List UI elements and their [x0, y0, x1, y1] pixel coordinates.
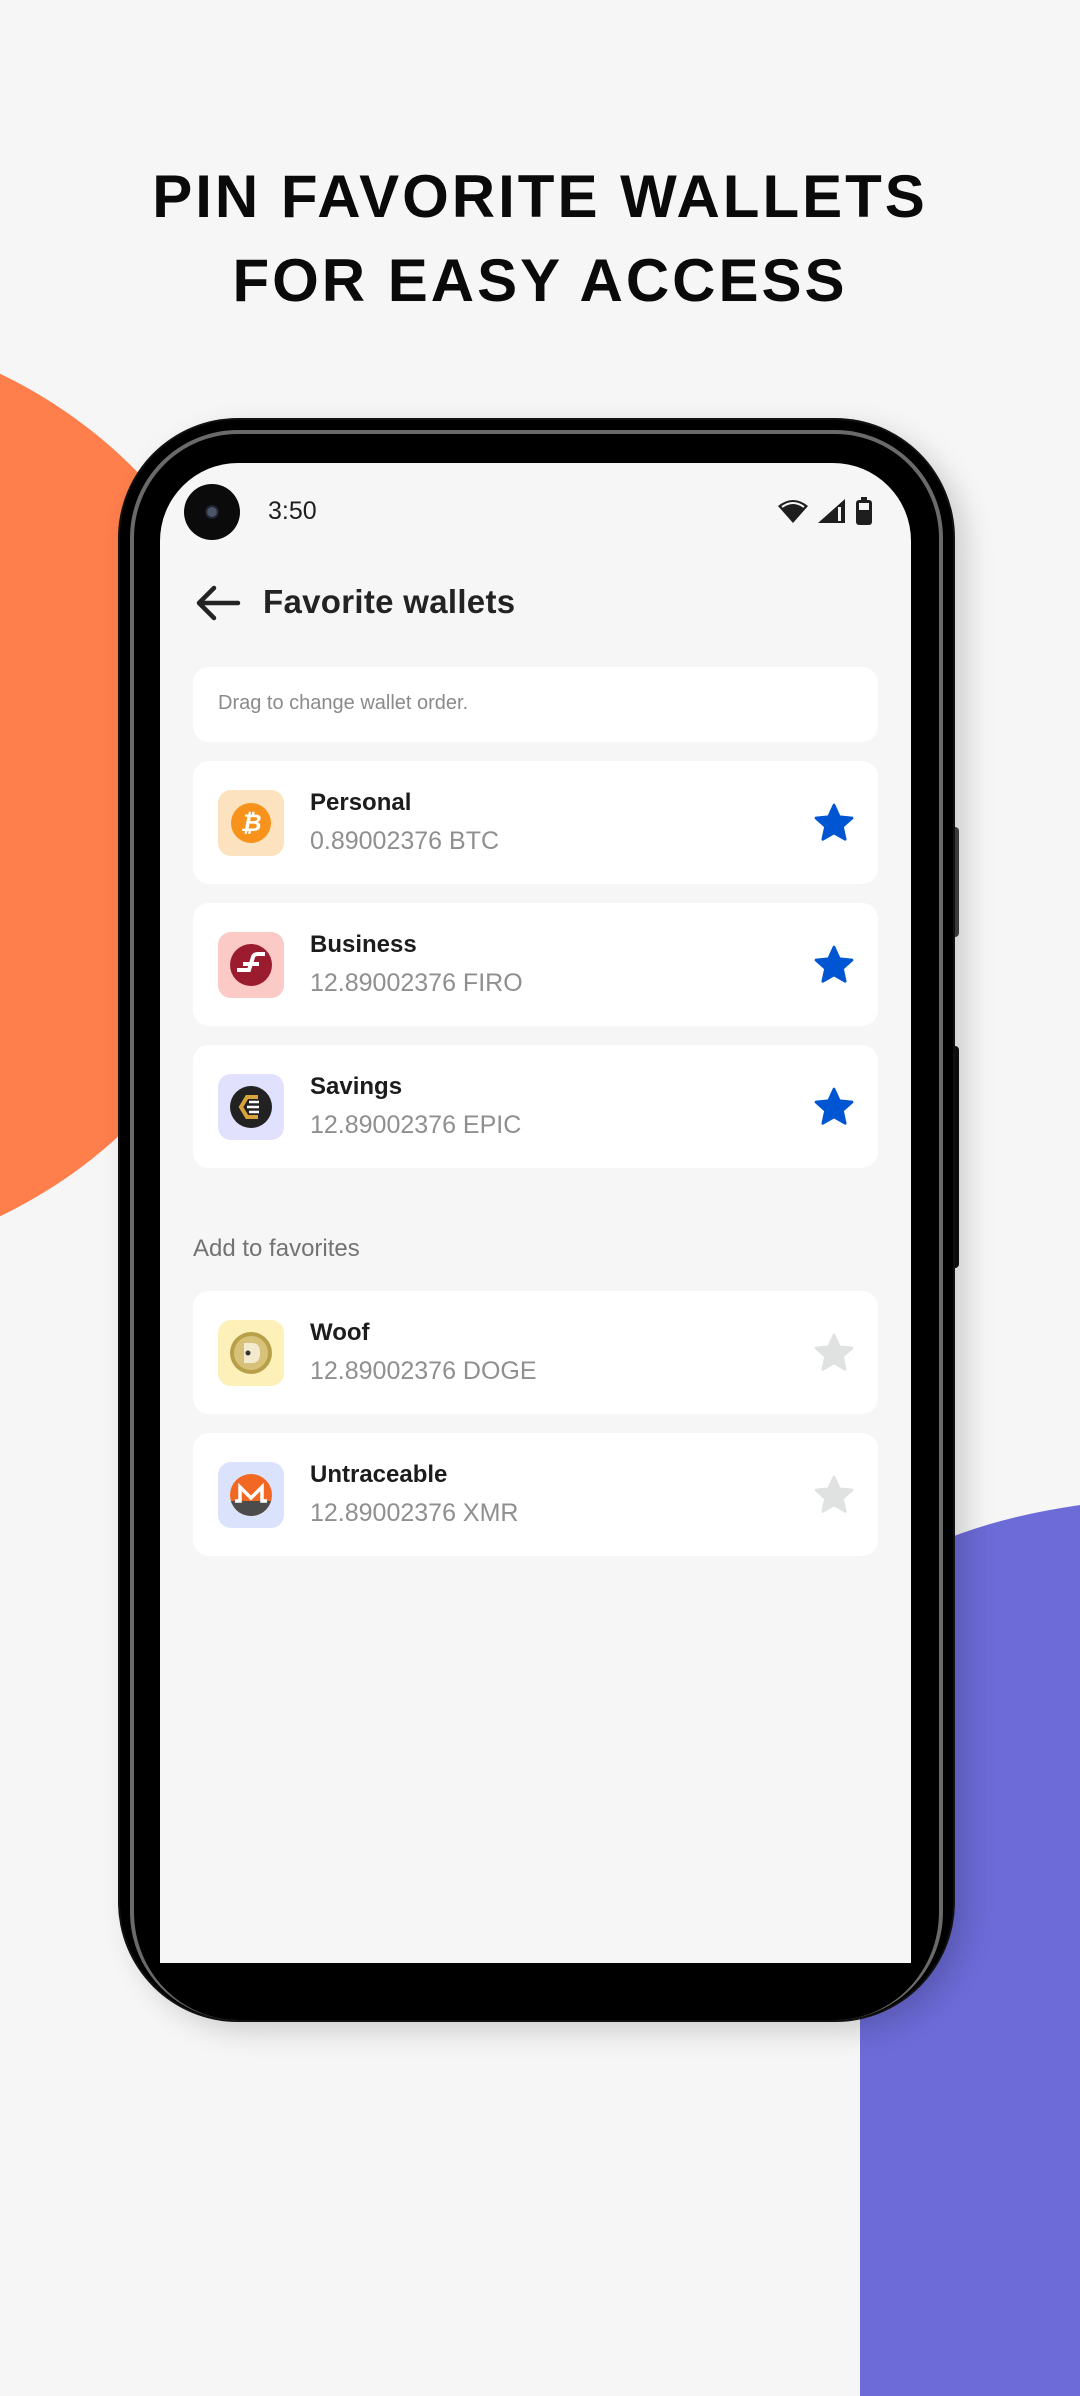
- back-button[interactable]: [194, 581, 242, 625]
- wallet-name: Untraceable: [310, 1461, 448, 1488]
- star-filled-icon[interactable]: [812, 1085, 856, 1129]
- signal-icon: [818, 499, 845, 523]
- wallet-name: Business: [310, 931, 417, 958]
- headline-line-2: FOR EASY ACCESS: [232, 247, 848, 314]
- star-outline-icon[interactable]: [812, 1473, 856, 1517]
- drag-hint-text: Drag to change wallet order.: [218, 692, 469, 714]
- wallet-row-business[interactable]: Business 12.89002376 FIRO: [193, 903, 878, 1026]
- add-to-favorites-label: Add to favorites: [193, 1235, 360, 1262]
- promo-headline: PIN FAVORITE WALLETS FOR EASY ACCESS: [0, 155, 1080, 323]
- wallet-balance: 12.89002376 EPIC: [310, 1111, 522, 1139]
- page-title: Favorite wallets: [263, 583, 516, 620]
- wallet-name: Woof: [310, 1319, 370, 1346]
- wallet-row-untraceable[interactable]: Untraceable 12.89002376 XMR: [193, 1433, 878, 1556]
- front-camera: [184, 484, 240, 540]
- firo-icon: [218, 932, 284, 998]
- wallet-balance: 12.89002376 DOGE: [310, 1357, 537, 1385]
- monero-icon: [218, 1462, 284, 1528]
- wallet-row-woof[interactable]: Woof 12.89002376 DOGE: [193, 1291, 878, 1414]
- wallet-balance: 12.89002376 FIRO: [310, 969, 523, 997]
- star-outline-icon[interactable]: [812, 1331, 856, 1375]
- wallet-name: Personal: [310, 789, 412, 816]
- headline-line-1: PIN FAVORITE WALLETS: [152, 163, 928, 230]
- wallet-row-savings[interactable]: Savings 12.89002376 EPIC: [193, 1045, 878, 1168]
- drag-hint-card: Drag to change wallet order.: [193, 667, 878, 742]
- phone-screen: 3:50 Favorite wallets Drag to change wal…: [160, 463, 911, 1963]
- bitcoin-icon: ₿: [218, 790, 284, 856]
- wallet-name: Savings: [310, 1073, 403, 1100]
- status-icons: [777, 497, 873, 525]
- svg-text:₿: ₿: [240, 810, 261, 837]
- wallet-balance: 0.89002376 BTC: [310, 827, 500, 855]
- battery-icon: [856, 497, 872, 525]
- star-filled-icon[interactable]: [812, 943, 856, 987]
- wifi-icon: [778, 500, 808, 523]
- phone-side-button-volume: [953, 1046, 959, 1268]
- app-bar: Favorite wallets: [160, 575, 911, 631]
- wallet-row-personal[interactable]: ₿ Personal 0.89002376 BTC: [193, 761, 878, 884]
- phone-side-button-power: [953, 827, 959, 937]
- arrow-left-icon: [196, 585, 241, 621]
- wallet-balance: 12.89002376 XMR: [310, 1499, 519, 1527]
- dogecoin-icon: [218, 1320, 284, 1386]
- epic-cash-icon: [218, 1074, 284, 1140]
- star-filled-icon[interactable]: [812, 801, 856, 845]
- status-time: 3:50: [268, 497, 317, 525]
